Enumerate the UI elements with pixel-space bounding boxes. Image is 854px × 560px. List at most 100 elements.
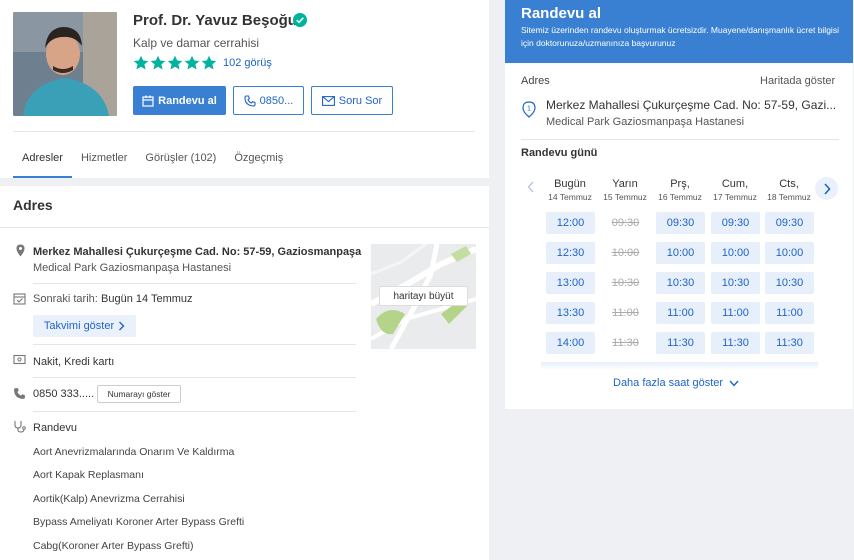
day-header: Prş, 16 Temmuz [655, 178, 705, 202]
divider [0, 227, 489, 228]
service-item: Bypass Ameliyatı Koroner Arter Bypass Gr… [33, 516, 245, 528]
address-heading: Adres [13, 197, 53, 213]
time-slot: 09:30 [601, 212, 650, 234]
phone-icon [13, 387, 26, 405]
time-slot[interactable]: 09:30 [711, 212, 760, 234]
star-icon [184, 55, 200, 70]
book-appointment-label: Randevu al [158, 94, 217, 107]
day-name: Bugün [554, 178, 586, 190]
doctor-name: Prof. Dr. Yavuz Beşoğul [133, 12, 302, 29]
previous-days-button[interactable] [521, 177, 541, 197]
time-slot[interactable]: 11:30 [765, 332, 814, 354]
time-slot[interactable]: 14:00 [546, 332, 595, 354]
chevron-down-icon [729, 380, 739, 387]
show-calendar-label: Takvimi göster [43, 320, 115, 332]
envelope-icon [321, 95, 335, 106]
time-slot[interactable]: 10:00 [711, 242, 760, 264]
phone-icon [244, 94, 256, 107]
day-header: Yarın 15 Temmuz [600, 178, 650, 202]
stethoscope-icon [13, 420, 26, 438]
divider [33, 411, 356, 412]
services-label: Randevu [33, 422, 78, 434]
time-slot[interactable]: 13:00 [546, 272, 595, 294]
ask-question-label: Soru Sor [338, 94, 383, 107]
book-appointment-button[interactable]: Randevu al [133, 86, 226, 115]
time-slot: 11:00 [601, 302, 650, 324]
time-slot[interactable]: 13:30 [546, 302, 595, 324]
time-slot[interactable]: 10:00 [656, 242, 705, 264]
chevron-right-icon [823, 182, 831, 195]
payment-icon [13, 353, 26, 371]
time-slot[interactable]: 11:30 [711, 332, 760, 354]
show-number-button[interactable]: Numarayı göster [97, 385, 181, 403]
divider [33, 344, 356, 345]
service-item: Aort Anevrizmalarında Onarım Ve Kaldırma [33, 446, 235, 458]
next-date-value: Bugün 14 Temmuz [101, 293, 193, 305]
service-item: Aortik(Kalp) Anevrizma Cerrahisi [33, 493, 185, 505]
time-slot: 11:30 [601, 332, 650, 354]
ask-question-button[interactable]: Soru Sor [311, 86, 393, 115]
time-slot[interactable]: 11:00 [656, 302, 705, 324]
day-name: Prş, [670, 178, 690, 190]
location-marker-icon: 1 [522, 101, 536, 118]
time-slot[interactable]: 11:00 [711, 302, 760, 324]
time-slot[interactable]: 10:00 [765, 242, 814, 264]
enlarge-map-button[interactable]: haritayı büyüt [379, 286, 468, 306]
booking-subtitle: Sitemiz üzerinden randevu oluşturmak ücr… [521, 25, 839, 48]
review-count-link[interactable]: 102 görüş [223, 57, 272, 69]
divider [13, 131, 475, 132]
time-slot[interactable]: 12:00 [546, 212, 595, 234]
day-header: Cts, 18 Temmuz [764, 178, 814, 202]
time-slot[interactable]: 09:30 [765, 212, 814, 234]
chevron-left-icon [527, 181, 534, 193]
booking-hospital: Medical Park Gaziosmanpaşa Hastanesi [546, 116, 745, 128]
next-date-label: Sonraki tarih: [33, 293, 98, 305]
tab-ozgecmis[interactable]: Özgeçmiş [225, 138, 292, 178]
address-hospital: Medical Park Gaziosmanpaşa Hastanesi [33, 262, 232, 274]
star-icon [201, 55, 217, 70]
doctor-specialty: Kalp ve damar cerrahisi [133, 36, 260, 50]
address-street: Merkez Mahallesi Çukurçeşme Cad. No: 57-… [33, 246, 362, 258]
phone-button-label: 0850... [259, 94, 294, 107]
time-slot: 10:30 [601, 272, 650, 294]
time-slot: 10:00 [601, 242, 650, 264]
service-item: Cabg(Koroner Arter Bypass Grefti) [33, 540, 194, 552]
time-slot[interactable]: 10:30 [711, 272, 760, 294]
star-icon [150, 55, 166, 70]
service-item: Aort Kapak Replasmanı [33, 469, 144, 481]
day-header: Bugün 14 Temmuz [545, 178, 595, 202]
slots-fade [541, 362, 818, 370]
day-name: Cts, [779, 178, 799, 190]
divider [33, 377, 356, 378]
location-pin-icon [14, 244, 27, 262]
show-more-times-button[interactable]: Daha fazla saat göster [613, 377, 739, 389]
booking-address-line: Merkez Mahallesi Çukurçeşme Cad. No: 57-… [546, 98, 837, 112]
tab-gorusler[interactable]: Görüşler (102) [136, 138, 225, 178]
next-days-button[interactable] [815, 177, 838, 200]
day-date: 15 Temmuz [603, 192, 647, 202]
phone-number-masked: 0850 333..... [33, 388, 95, 400]
booking-title: Randevu al [521, 5, 602, 22]
rating-stars [133, 55, 217, 71]
tab-hizmetler[interactable]: Hizmetler [72, 138, 136, 178]
time-slot[interactable]: 09:30 [656, 212, 705, 234]
calendar-icon [142, 95, 154, 107]
time-slot[interactable]: 12:30 [546, 242, 595, 264]
svg-text:1: 1 [527, 106, 531, 113]
appointment-day-label: Randevu günü [521, 147, 598, 159]
time-slot[interactable]: 11:00 [765, 302, 814, 324]
show-more-times-label: Daha fazla saat göster [613, 377, 724, 389]
time-slot[interactable]: 11:30 [656, 332, 705, 354]
payment-methods: Nakit, Kredi kartı [33, 356, 115, 368]
tab-adresler[interactable]: Adresler [13, 138, 72, 178]
show-calendar-button[interactable]: Takvimi göster [33, 315, 136, 337]
verified-badge-icon [293, 13, 307, 27]
time-slot[interactable]: 10:30 [765, 272, 814, 294]
time-slot[interactable]: 10:30 [656, 272, 705, 294]
day-date: 18 Temmuz [767, 192, 811, 202]
phone-button[interactable]: 0850... [233, 86, 304, 115]
show-on-map-link[interactable]: Haritada göster [760, 75, 835, 87]
day-date: 14 Temmuz [548, 192, 592, 202]
divider [521, 139, 839, 140]
day-date: 17 Temmuz [713, 192, 757, 202]
